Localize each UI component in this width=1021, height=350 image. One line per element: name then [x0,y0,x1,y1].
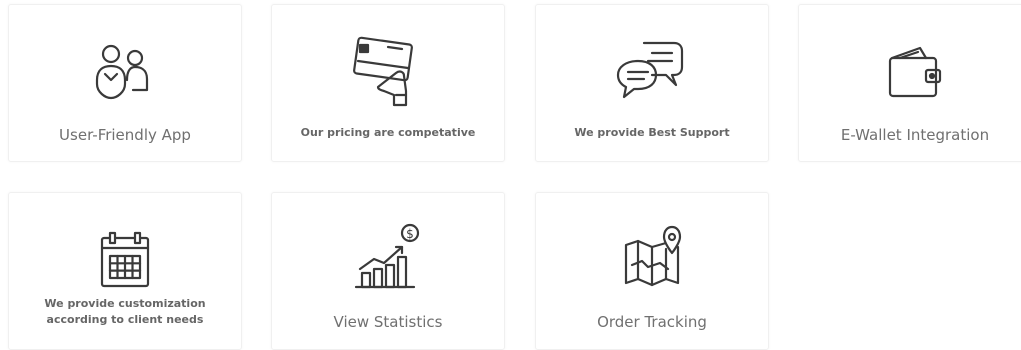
feature-card-user-friendly-app[interactable]: User-Friendly App [8,4,242,162]
feature-label: User-Friendly App [59,126,191,144]
map-pin-icon [536,219,768,293]
feature-label-line-1: We provide customization [44,297,206,310]
feature-card-order-tracking[interactable]: Order Tracking [535,192,769,350]
feature-label: Our pricing are competative [300,126,476,139]
users-icon [9,35,241,109]
credit-card-hand-icon [272,35,504,109]
growth-chart-icon: $ [272,219,504,293]
wallet-icon [799,35,1021,109]
feature-card-customization[interactable]: We provide customization according to cl… [8,192,242,350]
feature-label: Order Tracking [597,313,707,331]
feature-card-support[interactable]: We provide Best Support [535,4,769,162]
calendar-icon [9,223,241,297]
features-grid: User-Friendly App Our pricing are compet… [0,0,1021,350]
feature-label: We provide customization according to cl… [17,296,233,328]
feature-card-view-statistics[interactable]: $ View Statistics [271,192,505,350]
svg-text:$: $ [406,227,414,241]
chat-bubbles-icon [536,35,768,109]
feature-card-e-wallet[interactable]: E-Wallet Integration [798,4,1021,162]
feature-label: We provide Best Support [574,126,730,139]
feature-label: E-Wallet Integration [840,126,990,144]
feature-label: View Statistics [333,313,443,331]
feature-label-line-2: according to client needs [46,313,204,326]
feature-card-pricing[interactable]: Our pricing are competative [271,4,505,162]
